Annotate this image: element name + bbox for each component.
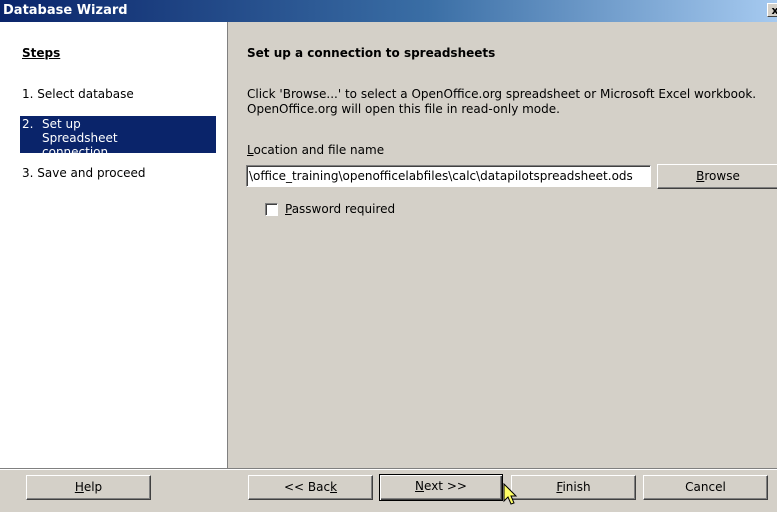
- page-title: Set up a connection to spreadsheets: [247, 46, 496, 60]
- step-save-and-proceed[interactable]: 3. Save and proceed: [20, 165, 216, 181]
- location-file-value: \office_training\openofficelabfiles\calc…: [249, 169, 633, 183]
- location-label: Location and file name: [247, 143, 384, 157]
- password-label-text: assword required: [291, 202, 396, 216]
- close-icon: x: [771, 4, 777, 17]
- window-title: Database Wizard: [3, 3, 128, 18]
- footer-divider: [0, 468, 777, 470]
- location-label-text: ocation and file name: [253, 143, 385, 157]
- help-button[interactable]: Help: [26, 475, 151, 500]
- step-label: Set up Spreadsheet connection: [42, 117, 118, 159]
- back-accesskey: k: [330, 480, 338, 494]
- step-set-up-spreadsheet-connection[interactable]: 2. Set up Spreadsheet connection: [20, 116, 216, 159]
- next-label: ext >>: [424, 479, 467, 493]
- back-label: << Bac: [283, 480, 331, 494]
- help-accesskey: H: [74, 480, 84, 494]
- browse-button[interactable]: Browse: [657, 164, 777, 189]
- steps-heading: Steps: [22, 46, 61, 60]
- help-label: elp: [83, 480, 103, 494]
- cancel-button[interactable]: Cancel: [643, 475, 768, 500]
- step-content: Set up a connection to spreadsheets Clic…: [228, 22, 777, 468]
- browse-label: rowse: [704, 169, 740, 183]
- step-label: Select database: [37, 87, 134, 101]
- password-required-checkbox[interactable]: [265, 203, 278, 216]
- instructions-text: Click 'Browse...' to select a OpenOffice…: [247, 87, 757, 116]
- window-title-bar: Database Wizard x: [0, 0, 777, 22]
- step-label: Save and proceed: [37, 166, 146, 180]
- location-file-input[interactable]: \office_training\openofficelabfiles\calc…: [246, 165, 651, 187]
- next-accesskey: N: [415, 479, 425, 493]
- step-number: 2.: [22, 117, 34, 131]
- back-button[interactable]: << Back: [248, 475, 373, 500]
- next-button[interactable]: Next >>: [379, 474, 503, 501]
- mouse-pointer-icon: [503, 483, 518, 505]
- close-button[interactable]: x: [767, 3, 777, 17]
- step-number: 3.: [22, 166, 34, 180]
- finish-label: inish: [562, 480, 591, 494]
- step-number: 1.: [22, 87, 34, 101]
- step-select-database[interactable]: 1. Select database: [20, 86, 216, 102]
- cancel-label: Cancel: [685, 480, 726, 494]
- password-accesskey: P: [285, 202, 292, 216]
- steps-panel: Steps 1. Select database 2. Set up Sprea…: [0, 22, 228, 468]
- password-required-label[interactable]: Password required: [285, 202, 395, 216]
- finish-button[interactable]: Finish: [511, 475, 636, 500]
